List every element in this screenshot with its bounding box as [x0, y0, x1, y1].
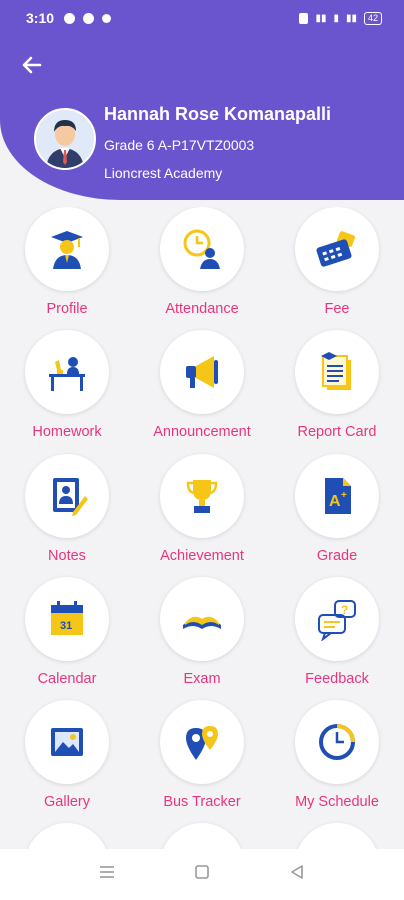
menu-item-announcement[interactable]: Announcement	[135, 330, 269, 440]
menu-item-label: Fee	[324, 301, 350, 317]
student-grade: Grade 6 A-P17VTZ0003	[104, 137, 255, 153]
clock-person-icon	[183, 229, 220, 269]
menu-grid: Profile Attendance Fee Homework Announce…	[0, 207, 404, 849]
menu-item-bus-tracker[interactable]: Bus Tracker	[135, 700, 269, 810]
trophy-icon	[186, 480, 218, 513]
menu-item-gallery[interactable]: Gallery	[0, 700, 134, 810]
menu-item-label: Bus Tracker	[163, 794, 241, 810]
menu-item-homework[interactable]: Homework	[0, 330, 134, 440]
back-nav-button[interactable]	[282, 863, 312, 886]
share-icon	[102, 13, 112, 23]
vibrate-icon	[299, 12, 309, 24]
square-icon	[195, 865, 209, 879]
menu-item-achievement[interactable]: Achievement	[135, 454, 269, 564]
recent-apps-button[interactable]	[92, 863, 122, 886]
menu-item-fee[interactable]: Fee	[270, 207, 404, 317]
notification-icon	[64, 12, 76, 24]
svg-text:+: +	[341, 490, 347, 501]
notebook-pen-icon	[53, 478, 88, 516]
svg-text:A: A	[329, 493, 341, 510]
student-name: Hannah Rose Komanapalli	[104, 104, 332, 124]
image-icon	[51, 728, 83, 756]
menu-item-next-2[interactable]	[135, 823, 269, 849]
calculator-money-icon	[316, 231, 356, 267]
report-card-icon	[321, 352, 351, 390]
menu-item-label: My Schedule	[295, 794, 379, 810]
menu-item-label: Feedback	[305, 671, 369, 687]
status-bar: 3:10 ▮▮ ▮ ▮▮ 42	[0, 0, 404, 36]
home-button[interactable]	[187, 863, 217, 886]
desk-study-icon	[49, 357, 85, 391]
grade-a-plus-icon: A +	[325, 478, 351, 514]
menu-item-label: Homework	[32, 424, 102, 440]
system-nav-bar	[0, 849, 404, 900]
student-school: Lioncrest Academy	[104, 165, 223, 181]
menu-item-label: Gallery	[44, 794, 90, 810]
app-notification-icon	[83, 12, 95, 24]
menu-item-report-card[interactable]: Report Card	[270, 330, 404, 440]
wifi-icon: ▮	[333, 12, 339, 24]
profile-header: Hannah Rose Komanapalli Grade 6 A-P17VTZ…	[0, 36, 404, 200]
svg-text:31: 31	[60, 620, 72, 632]
schedule-clock-icon	[319, 724, 355, 760]
megaphone-icon	[186, 356, 218, 388]
map-pin-icon	[186, 726, 218, 760]
triangle-back-icon	[290, 865, 303, 879]
status-time: 3:10	[26, 10, 55, 26]
menu-item-next-1[interactable]	[0, 823, 134, 849]
menu-item-grade[interactable]: A + Grade	[270, 454, 404, 564]
signal-icon: ▮▮	[345, 12, 357, 24]
back-button[interactable]	[20, 54, 46, 80]
menu-item-exam[interactable]: Exam	[135, 577, 269, 687]
menu-lines-icon	[100, 866, 115, 878]
graduate-icon	[51, 231, 83, 269]
feedback-chat-icon: ?	[318, 600, 356, 641]
menu-item-feedback[interactable]: ? Feedback	[270, 577, 404, 687]
battery-icon: 42	[363, 11, 382, 25]
menu-item-label: Grade	[316, 548, 358, 564]
menu-item-attendance[interactable]: Attendance	[135, 207, 269, 317]
menu-item-label: Exam	[183, 671, 221, 687]
menu-item-label: Notes	[48, 548, 86, 564]
menu-item-label: Achievement	[160, 548, 244, 564]
menu-item-notes[interactable]: Notes	[0, 454, 134, 564]
arrow-left-icon	[22, 56, 42, 74]
menu-item-calendar[interactable]: 31 Calendar	[0, 577, 134, 687]
calendar-icon: 31	[51, 601, 83, 635]
menu-item-label: Attendance	[165, 301, 239, 317]
menu-item-label: Announcement	[153, 424, 251, 440]
data-speed-icon: ▮▮	[315, 12, 327, 24]
menu-item-label: Profile	[46, 301, 88, 317]
menu-item-label: Report Card	[297, 424, 377, 440]
menu-item-next-3[interactable]	[270, 823, 404, 849]
avatar	[34, 108, 96, 170]
menu-item-label: Calendar	[37, 671, 97, 687]
open-book-icon	[183, 616, 221, 629]
menu-item-my-schedule[interactable]: My Schedule	[270, 700, 404, 810]
menu-item-profile[interactable]: Profile	[0, 207, 134, 317]
